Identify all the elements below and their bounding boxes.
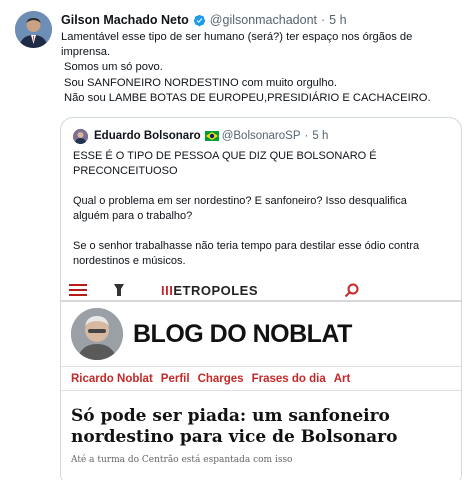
metropoles-logo: IIIETROPOLES (161, 283, 259, 298)
blog-banner: BLOG DO NOBLAT (71, 306, 352, 362)
blog-nav-item: Frases do dia (251, 372, 326, 385)
blog-author-photo (71, 308, 123, 360)
blog-nav-item: Charges (197, 372, 244, 385)
menu-icon (69, 284, 87, 296)
brazil-flag-icon (204, 131, 219, 141)
blog-nav-item: Perfil (160, 372, 190, 385)
blog-nav-item: Ricardo Noblat (71, 372, 153, 385)
quoted-timestamp[interactable]: 5 h (312, 130, 328, 142)
tweet-header: Gilson Machado Neto @gilsonmachadont · 5… (61, 11, 347, 29)
blog-title: BLOG DO NOBLAT (133, 319, 352, 348)
quoted-line: Se o senhor trabalhasse não teria tempo … (73, 240, 420, 252)
separator-dot: · (304, 130, 309, 142)
news-site-header: IIIETROPOLES (61, 280, 461, 302)
quoted-author-name[interactable]: Eduardo Bolsonaro (94, 130, 201, 142)
blog-nav-item: Art (333, 372, 351, 385)
quoted-line: nordestinos e músicos. (73, 255, 186, 267)
flashlight-icon (114, 284, 124, 296)
tweet: Gilson Machado Neto @gilsonmachadont · 5… (0, 0, 474, 480)
quoted-line: alguém para o trabalho? (73, 210, 193, 222)
attached-news-screenshot[interactable]: IIIETROPOLES BLOG DO NOBLAT Ricardo Nobl… (61, 280, 461, 480)
author-handle[interactable]: @gilsonmachadont (210, 13, 317, 27)
blog-nav: Ricardo Noblat Perfil Charges Frases do … (61, 366, 461, 391)
separator-dot: · (321, 13, 326, 27)
author-avatar[interactable] (15, 11, 52, 48)
quoted-tweet[interactable]: Eduardo Bolsonaro @BolsonaroSP · 5 h ESS… (60, 117, 462, 480)
quoted-tweet-text: ESSE É O TIPO DE PESSOA QUE DIZ QUE BOLS… (73, 149, 453, 269)
news-subheadline: Até a turma do Centrão está espantada co… (71, 455, 293, 465)
tweet-line: imprensa. (61, 46, 111, 59)
tweet-line: Sou SANFONEIRO NORDESTINO com muito orgu… (64, 76, 337, 89)
tweet-line: Lamentável esse tipo de ser humano (será… (61, 31, 413, 43)
tweet-line: Não sou LAMBE BOTAS DE EUROPEU,PRESIDIÁR… (64, 91, 431, 104)
quoted-author-avatar[interactable] (73, 128, 88, 144)
search-icon (344, 283, 359, 298)
verified-badge-icon (193, 14, 205, 26)
quoted-author-handle[interactable]: @BolsonaroSP (222, 130, 301, 142)
quoted-line: Qual o problema em ser nordestino? E san… (73, 195, 407, 207)
quoted-line: ESSE É O TIPO DE PESSOA QUE DIZ QUE BOLS… (73, 150, 377, 162)
tweet-line: Somos um só povo. (64, 61, 163, 74)
author-name[interactable]: Gilson Machado Neto (61, 13, 189, 27)
news-headline: Só pode ser piada: um sanfoneiro nordest… (71, 406, 398, 447)
tweet-text: Lamentável esse tipo de ser humano (será… (61, 30, 461, 106)
quoted-tweet-header: Eduardo Bolsonaro @BolsonaroSP · 5 h (73, 127, 328, 145)
quoted-line: PRECONCEITUOSO (73, 165, 178, 177)
tweet-timestamp[interactable]: 5 h (329, 13, 346, 27)
